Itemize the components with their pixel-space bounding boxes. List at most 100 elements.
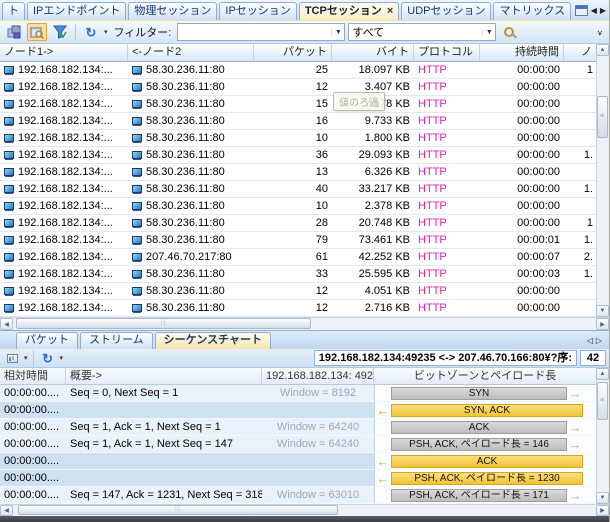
sequence-vertical-scrollbar[interactable]: ▲ ▼ ≡ [596, 368, 609, 504]
search-button[interactable] [499, 23, 519, 41]
summary-cell [66, 402, 262, 419]
scrollbar-thumb[interactable]: ≡ [597, 382, 608, 420]
tcp-flag-bar: PSH, ACK, ペイロード長 = 1230 [391, 472, 583, 485]
scope-combobox[interactable]: すべて ▼ [348, 23, 496, 41]
scrollbar-thumb[interactable]: ⁞⁞ [18, 505, 338, 515]
scroll-up-icon[interactable]: ▲ [596, 368, 609, 380]
refresh-button[interactable]: ↻ [81, 23, 101, 41]
refresh-dropdown-icon[interactable]: ▾ [60, 354, 64, 362]
relative-time-cell: 00:00:00.... [0, 402, 66, 419]
seq-column-header-1[interactable]: 概要-> [66, 368, 262, 384]
scrollbar-thumb[interactable]: ⁞⁞ [16, 318, 311, 329]
column-header-0[interactable]: ノード1-> [0, 44, 128, 61]
scrollbar-thumb[interactable]: ≡ [597, 96, 608, 138]
window-restore-icon[interactable] [575, 5, 588, 16]
scroll-up-icon[interactable]: ▲ [596, 44, 609, 56]
tcp-flag-bar: PSH, ACK, ペイロード長 = 171 [391, 489, 567, 502]
column-header-1[interactable]: <-ノード2 [128, 44, 254, 61]
detail-tab-1[interactable]: ストリーム [80, 332, 153, 349]
filter-input[interactable] [178, 26, 331, 38]
relative-time-cell: 00:00:00.... [0, 487, 66, 504]
session-row[interactable]: 192.168.182.134:...58.30.236.11:80169.73… [0, 113, 609, 130]
session-row[interactable]: 192.168.182.134:...58.30.236.11:80101.80… [0, 130, 609, 147]
seq-column-header-0[interactable]: 相対時間 [0, 368, 66, 384]
view-tabs: トIPエンドポイント物理セッションIPセッションTCPセッション×UDPセッショ… [2, 2, 609, 20]
protocol-cell: HTTP [414, 79, 480, 96]
sequence-row[interactable]: 00:00:00....←SYN, ACK [0, 402, 609, 419]
session-row[interactable]: 192.168.182.134:...58.30.236.11:803325.5… [0, 266, 609, 283]
column-header-2[interactable]: パケット [254, 44, 332, 61]
session-row[interactable]: 192.168.182.134:...58.30.236.11:80122.71… [0, 300, 609, 317]
close-tab-icon[interactable]: × [387, 5, 393, 17]
view-tab-3[interactable]: IPセッション [219, 2, 296, 20]
session-row[interactable]: 192.168.182.134:...58.30.236.11:804033.2… [0, 181, 609, 198]
toolbar-overflow-button[interactable]: ..▾ [597, 26, 605, 38]
refresh-dropdown-icon[interactable]: ▾ [104, 28, 108, 36]
view-tab-6[interactable]: マトリックス [493, 2, 571, 20]
host-icon [4, 287, 14, 295]
column-header-3[interactable]: バイト [332, 44, 414, 61]
duration-cell: 00:00:03 [480, 266, 564, 283]
session-row[interactable]: 192.168.182.134:...58.30.236.11:80136.32… [0, 164, 609, 181]
node1-cell: 192.168.182.134:... [0, 113, 128, 130]
detail-tab-nav-icons[interactable]: ◁▷ [587, 336, 605, 345]
sequence-row[interactable]: 00:00:00....←ACK [0, 453, 609, 470]
session-row[interactable]: 192.168.182.134:...58.30.236.11:80124.05… [0, 283, 609, 300]
search-icon [504, 27, 514, 37]
sequence-row[interactable]: 00:00:00....Seq = 1, Ack = 1, Next Seq =… [0, 436, 609, 453]
column-header-6[interactable]: ノ [564, 44, 597, 61]
session-vertical-scrollbar[interactable]: ▲ ▼ ≡ [596, 44, 609, 317]
view-tab-bar: トIPエンドポイント物理セッションIPセッションTCPセッション×UDPセッショ… [0, 0, 609, 21]
sequence-row[interactable]: 00:00:00....Seq = 0, Next Seq = 1Window … [0, 385, 609, 402]
sequence-row[interactable]: 00:00:00....Seq = 147, Ack = 1231, Next … [0, 487, 609, 504]
session-row[interactable]: 192.168.182.134:...58.30.236.11:803629.0… [0, 147, 609, 164]
tab-scroll-left-icon[interactable]: ◀ [591, 6, 597, 16]
packets-cell: 28 [254, 215, 332, 232]
sequence-horizontal-scrollbar[interactable]: ◀ ▶ ⁞⁞ [0, 504, 609, 516]
session-row[interactable]: 192.168.182.134:...58.30.236.11:802518.0… [0, 62, 609, 79]
session-row[interactable]: 192.168.182.134:...58.30.236.11:80123.40… [0, 79, 609, 96]
chart-options-dropdown-icon[interactable]: ▾ [24, 354, 28, 362]
window-cell: Window = 63010 [262, 487, 374, 504]
packet-detail-button[interactable] [27, 23, 47, 41]
sequence-row[interactable]: 00:00:00....Seq = 1, Ack = 1, Next Seq =… [0, 419, 609, 436]
scroll-left-icon[interactable]: ◀ [0, 318, 13, 330]
extra-cell [564, 113, 597, 130]
protocol-cell: HTTP [414, 300, 480, 317]
view-tab-5[interactable]: UDPセッション [401, 2, 491, 20]
column-header-5[interactable]: 持続時間 [480, 44, 564, 61]
packets-cell: 16 [254, 113, 332, 130]
scope-dropdown-icon[interactable]: ▼ [482, 29, 495, 36]
session-row[interactable]: 192.168.182.134:...207.46.70.217:806142.… [0, 249, 609, 266]
scroll-right-icon[interactable]: ▶ [596, 505, 609, 516]
arrow-left-icon: ← [375, 472, 391, 485]
seq-column-header-2[interactable]: 192.168.182.134: 492... [262, 368, 374, 384]
sequence-row[interactable]: 00:00:00....←PSH, ACK, ペイロード長 = 1230 [0, 470, 609, 487]
bytes-cell: 29.093 KB [332, 147, 414, 164]
session-horizontal-scrollbar[interactable]: ◀ ▶ ⁞⁞ [0, 317, 609, 330]
filter-dropdown-icon[interactable]: ▼ [331, 29, 344, 36]
view-tab-4[interactable]: TCPセッション× [299, 2, 399, 20]
view-tab-0[interactable]: ト [2, 2, 25, 20]
view-tab-1[interactable]: IPエンドポイント [27, 2, 126, 20]
packets-cell: 25 [254, 62, 332, 79]
scroll-left-icon[interactable]: ◀ [0, 505, 13, 516]
tab-scroll-right-icon[interactable]: ▶ [600, 6, 606, 16]
scroll-right-icon[interactable]: ▶ [596, 318, 609, 330]
session-row[interactable]: 192.168.182.134:...58.30.236.11:807973.4… [0, 232, 609, 249]
scroll-down-icon[interactable]: ▼ [596, 305, 609, 317]
seq-column-header-3[interactable]: ビットゾーンとペイロード長 [374, 368, 597, 384]
session-row[interactable]: 192.168.182.134:...58.30.236.11:80102.37… [0, 198, 609, 215]
column-header-4[interactable]: プロトコル [414, 44, 480, 61]
filter-button[interactable] [50, 23, 70, 41]
detail-tab-2[interactable]: シーケンスチャート [155, 332, 271, 349]
session-row[interactable]: 192.168.182.134:...58.30.236.11:802820.7… [0, 215, 609, 232]
packets-cell: 10 [254, 130, 332, 147]
chart-options-button[interactable] [3, 351, 21, 366]
detail-tab-0[interactable]: パケット [16, 332, 78, 349]
scroll-down-icon[interactable]: ▼ [596, 492, 609, 504]
session-row[interactable]: 192.168.182.134:...58.30.236.11:80157.57… [0, 96, 609, 113]
refresh-button[interactable]: ↻ [39, 351, 57, 366]
export-button[interactable] [4, 23, 24, 41]
view-tab-2[interactable]: 物理セッション [128, 2, 217, 20]
